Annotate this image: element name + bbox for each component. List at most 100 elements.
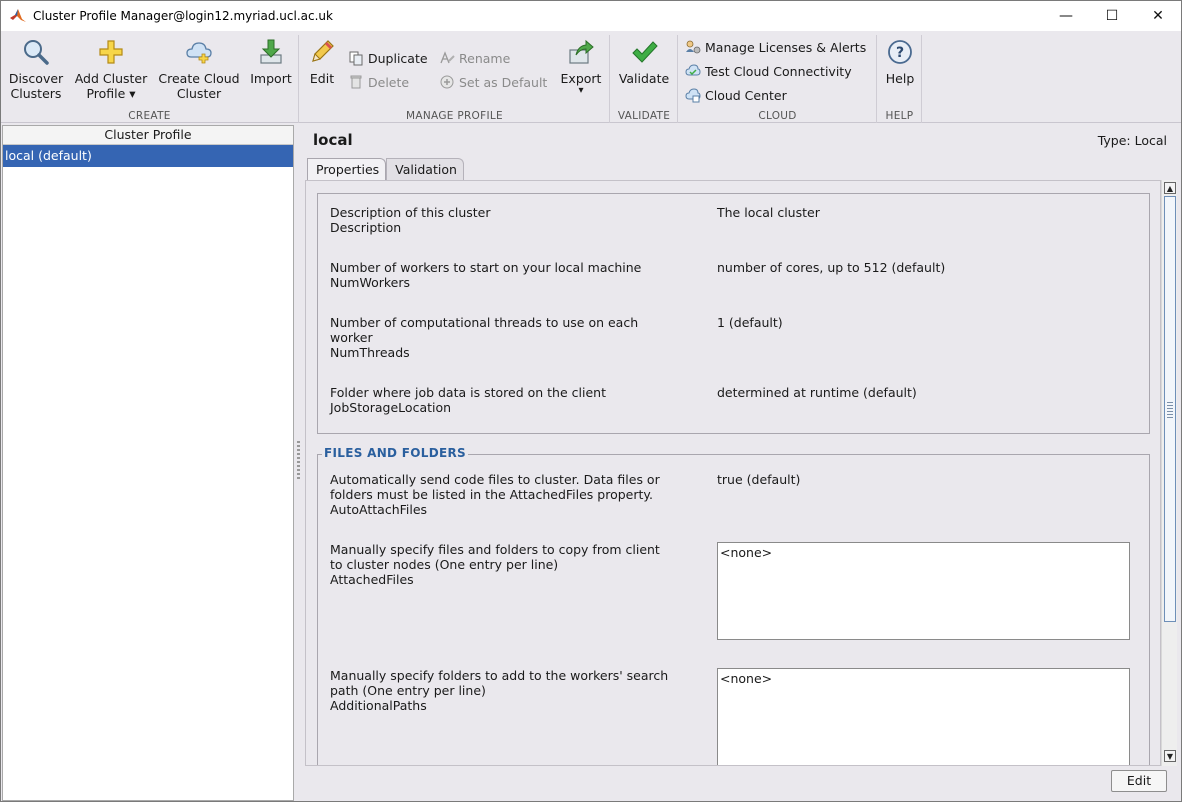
scroll-up-arrow-icon[interactable]: ▲	[1164, 182, 1176, 194]
validate-label: Validate	[618, 71, 670, 86]
manage-profile-group: Edit Duplicate Delete Rename Set as Defa…	[300, 35, 610, 123]
discover-clusters-button[interactable]: Discover Clusters	[7, 37, 65, 101]
profile-detail-panel: local Type: Local Properties Validation …	[301, 125, 1181, 801]
test-cloud-connectivity-button[interactable]: Test Cloud Connectivity	[685, 61, 852, 81]
tab-validation[interactable]: Validation	[386, 158, 464, 180]
attachedfiles-textarea[interactable]: <none>	[717, 542, 1130, 640]
import-button[interactable]: Import	[247, 37, 295, 86]
section-title-files-and-folders: FILES AND FOLDERS	[322, 446, 468, 460]
create-cloud-cluster-button[interactable]: Create Cloud Cluster	[155, 37, 243, 101]
property-desc-text: worker	[330, 330, 373, 345]
create-cloud-label-1: Create Cloud	[158, 71, 240, 86]
property-key: AdditionalPaths	[330, 698, 427, 713]
create-group: Discover Clusters Add Cluster Profile ▾ …	[1, 35, 299, 123]
toolstrip: Discover Clusters Add Cluster Profile ▾ …	[1, 31, 1181, 123]
scrollbar-thumb[interactable]	[1164, 196, 1176, 622]
create-cloud-label-2: Cluster	[176, 86, 222, 101]
property-desc-text: Number of computational threads to use o…	[330, 315, 639, 330]
tab-properties[interactable]: Properties	[307, 158, 387, 180]
cluster-profile-header: Cluster Profile	[3, 126, 293, 145]
help-group-label: HELP	[885, 110, 914, 122]
export-dropdown-arrow: ▾	[578, 85, 584, 96]
duplicate-label: Duplicate	[368, 50, 428, 66]
cloud-icon	[685, 88, 701, 103]
help-button[interactable]: ? Help	[880, 37, 920, 86]
profile-name: local	[313, 131, 353, 149]
files-and-folders-box: FILES AND FOLDERS Automatically send cod…	[317, 446, 1150, 765]
profile-type: Type: Local	[1097, 133, 1167, 148]
matlab-logo-icon	[10, 9, 26, 22]
edit-label: Edit	[309, 71, 335, 86]
cloud-check-icon	[685, 64, 701, 76]
close-button[interactable]: ✕	[1135, 1, 1181, 31]
scrollbar-grip-icon	[1167, 402, 1173, 418]
people-gear-icon	[686, 40, 701, 54]
set-default-icon	[440, 75, 454, 89]
properties-content: Description of this cluster Description …	[305, 180, 1161, 766]
delete-button[interactable]: Delete	[348, 72, 409, 92]
property-desc-text: Manually specify files and folders to co…	[330, 542, 660, 557]
discover-label-1: Discover	[8, 71, 64, 86]
general-properties-box: Description of this cluster Description …	[317, 193, 1150, 434]
svg-text:?: ?	[896, 45, 904, 61]
duplicate-button[interactable]: Duplicate	[348, 48, 428, 68]
property-desc-text: to cluster nodes (One entry per line)	[330, 557, 559, 572]
trash-icon	[350, 75, 362, 89]
property-desc-text: Number of workers to start on your local…	[330, 260, 642, 275]
manage-licenses-label: Manage Licenses & Alerts	[705, 39, 867, 55]
scroll-down-arrow-icon[interactable]: ▼	[1164, 750, 1176, 762]
import-download-icon	[260, 39, 282, 64]
export-icon	[569, 39, 594, 64]
help-label: Help	[885, 71, 915, 86]
validate-button[interactable]: Validate	[615, 37, 673, 86]
property-jobstoragelocation: Folder where job data is stored on the c…	[330, 385, 680, 415]
property-key: Description	[330, 220, 402, 235]
properties-vertical-scrollbar[interactable]: ▲ ▼	[1161, 180, 1177, 766]
profile-tabs: Properties Validation	[307, 158, 464, 180]
test-cloud-label: Test Cloud Connectivity	[705, 63, 852, 79]
cloud-group-label: CLOUD	[758, 110, 797, 122]
edit-button[interactable]: Edit	[1111, 770, 1167, 792]
duplicate-icon	[349, 51, 363, 66]
property-autoattachfiles: Automatically send code files to cluster…	[330, 472, 680, 517]
additionalpaths-textarea[interactable]: <none>	[717, 668, 1130, 765]
rename-label: Rename	[459, 50, 511, 66]
profile-list-item-local[interactable]: local (default)	[3, 145, 293, 167]
manage-profile-group-label: MANAGE PROFILE	[406, 110, 503, 122]
export-button[interactable]: Export ▾	[556, 37, 606, 96]
manage-licenses-button[interactable]: Manage Licenses & Alerts	[685, 37, 866, 57]
add-label-1: Add Cluster	[74, 71, 148, 86]
property-value-autoattachfiles: true (default)	[717, 472, 801, 487]
minimize-button[interactable]: —	[1043, 1, 1089, 31]
create-group-label: CREATE	[128, 110, 171, 122]
property-desc-text: Automatically send code files to cluster…	[330, 472, 660, 487]
plus-icon	[99, 40, 123, 64]
add-label-2: Profile ▾	[86, 86, 136, 101]
set-as-default-label: Set as Default	[459, 74, 548, 90]
property-value-jobstoragelocation: determined at runtime (default)	[717, 385, 917, 400]
panel-splitter-handle[interactable]	[297, 441, 300, 481]
property-key: NumWorkers	[330, 275, 410, 290]
property-value-description: The local cluster	[717, 205, 820, 220]
property-desc-text: path (One entry per line)	[330, 683, 486, 698]
property-numworkers: Number of workers to start on your local…	[330, 260, 680, 290]
cloud-add-icon	[186, 42, 212, 64]
export-label: Export	[560, 71, 602, 86]
property-value-numworkers: number of cores, up to 512 (default)	[717, 260, 946, 275]
edit-profile-button[interactable]: Edit	[304, 37, 340, 86]
magnifier-icon	[24, 40, 49, 65]
rename-icon	[440, 51, 455, 64]
property-key: AutoAttachFiles	[330, 502, 428, 517]
add-cluster-profile-button[interactable]: Add Cluster Profile ▾	[71, 37, 151, 101]
title-bar: Cluster Profile Manager@login12.myriad.u…	[1, 1, 1181, 31]
window-title: Cluster Profile Manager@login12.myriad.u…	[33, 9, 333, 23]
property-additionalpaths: Manually specify folders to add to the w…	[330, 668, 680, 713]
set-as-default-button[interactable]: Set as Default	[439, 72, 547, 92]
import-label: Import	[250, 71, 292, 86]
validate-group-label: VALIDATE	[617, 110, 671, 122]
cloud-center-button[interactable]: Cloud Center	[685, 85, 787, 105]
property-numthreads: Number of computational threads to use o…	[330, 315, 680, 360]
validate-group: Validate VALIDATE	[611, 35, 678, 123]
maximize-button[interactable]: ☐	[1089, 1, 1135, 31]
rename-button[interactable]: Rename	[439, 48, 510, 68]
